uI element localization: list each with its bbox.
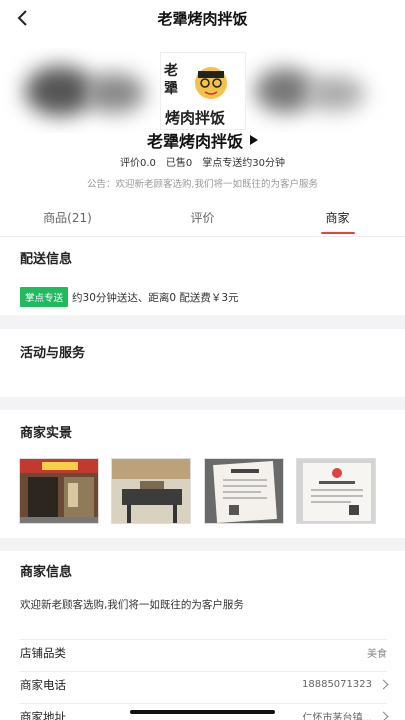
store-category-row: 店铺品类 美食 <box>20 639 387 665</box>
rating-text: 评价0.0 <box>119 158 156 169</box>
page-title: 老犟烤肉拌饭 <box>157 9 248 28</box>
tab-bar: 商品(21) 评价 商家 <box>0 199 405 237</box>
svg-text:犟: 犟 <box>164 80 178 97</box>
tab-reviews[interactable]: 评价 <box>135 199 270 236</box>
delivery-info-row: 掌点专送 约30分钟送达、距离0 配送费￥3元 <box>20 287 239 307</box>
permit-photo[interactable] <box>296 458 376 524</box>
row-label: 商家电话 <box>20 677 66 692</box>
play-arrow-icon <box>250 135 258 145</box>
home-indicator[interactable] <box>130 710 275 714</box>
photos-title: 商家实景 <box>20 426 73 441</box>
svg-text:烤肉拌饭: 烤肉拌饭 <box>165 109 225 127</box>
chevron-right-icon <box>378 711 389 720</box>
shop-name: 老犟烤肉拌饭 <box>146 132 243 151</box>
delivery-tag: 掌点专送 <box>20 287 69 307</box>
chevron-left-icon <box>17 10 27 26</box>
shop-header: 老 犟 烤肉拌饭 老犟烤肉拌饭 评价0.0 已售0 掌点专送约30分钟 公告：欢… <box>0 36 405 199</box>
tab-merchant[interactable]: 商家 <box>270 199 405 236</box>
row-label: 店铺品类 <box>20 645 66 660</box>
row-value: 美食 <box>367 649 387 660</box>
storefront-photo[interactable] <box>19 458 99 524</box>
photos-section: 商家实景 <box>0 410 405 538</box>
shop-stats: 评价0.0 已售0 掌点专送约30分钟 <box>0 154 405 169</box>
kitchen-photo[interactable] <box>111 458 191 524</box>
business-license-photo[interactable] <box>204 458 284 524</box>
phone-number: 18885071323 <box>302 679 372 690</box>
top-nav-bar: 老犟烤肉拌饭 <box>0 0 405 36</box>
row-label: 商家地址 <box>20 709 66 720</box>
delivery-time-text: 掌点专送约30分钟 <box>202 158 285 169</box>
delivery-text: 约30分钟送达、距离0 配送费￥3元 <box>72 291 239 304</box>
merchant-description: 欢迎新老顾客选购,我们将一如既往的为客户服务 <box>20 599 244 611</box>
activity-title: 活动与服务 <box>20 346 86 361</box>
back-button[interactable] <box>12 7 34 29</box>
shop-logo: 老 犟 烤肉拌饭 <box>160 52 246 130</box>
address-text: 仁怀市茅台镇... <box>302 713 372 720</box>
delivery-section: 配送信息 掌点专送 约30分钟送达、距离0 配送费￥3元 <box>0 237 405 315</box>
sold-text: 已售0 <box>165 158 193 169</box>
svg-text:老: 老 <box>164 62 178 79</box>
merchant-phone-row[interactable]: 商家电话 18885071323 <box>20 671 389 697</box>
chevron-right-icon <box>378 679 389 690</box>
shop-notice: 公告：欢迎新老顾客选购,我们将一如既往的为客户服务 <box>86 179 319 190</box>
delivery-title: 配送信息 <box>20 252 73 267</box>
merchant-info-title: 商家信息 <box>20 565 73 580</box>
activity-section: 活动与服务 <box>0 329 405 397</box>
tab-products[interactable]: 商品(21) <box>0 199 135 236</box>
shop-name-row[interactable]: 老犟烤肉拌饭 <box>0 128 405 152</box>
merchant-info-section: 商家信息 欢迎新老顾客选购,我们将一如既往的为客户服务 店铺品类 美食 商家电话… <box>0 551 405 720</box>
